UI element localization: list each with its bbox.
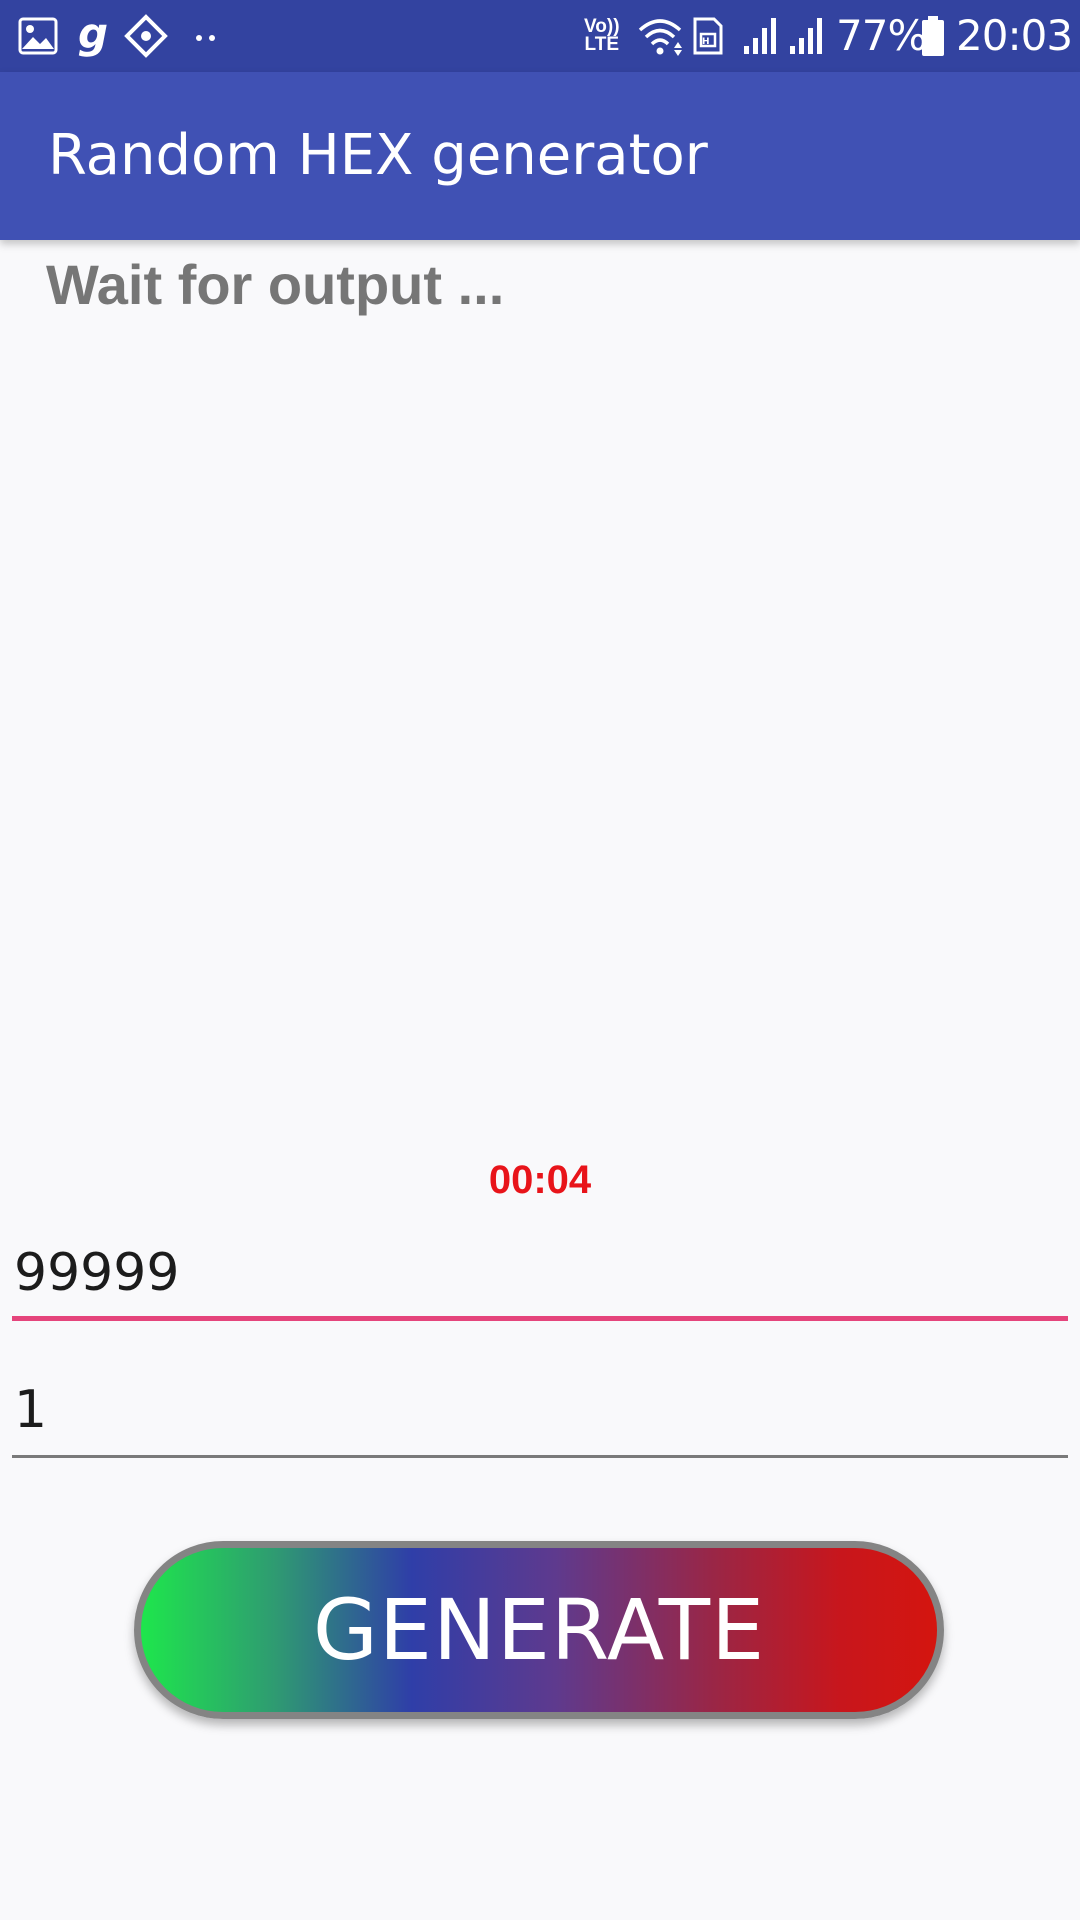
status-time: 20:03	[956, 11, 1073, 60]
max-value-field	[12, 1238, 1068, 1321]
count-input[interactable]	[12, 1375, 1068, 1445]
signal-1-icon	[742, 14, 780, 58]
wifi-icon	[636, 14, 684, 58]
gallery-icon	[18, 14, 58, 58]
max-value-input[interactable]	[12, 1238, 1068, 1308]
battery-percent: 77%	[836, 11, 927, 60]
g-app-icon: g	[76, 14, 108, 58]
volte-icon: Vo)) LTE	[584, 16, 620, 55]
count-underline	[12, 1455, 1068, 1458]
more-dots-icon	[194, 14, 218, 58]
generate-button-label: GENERATE	[312, 1581, 766, 1679]
app-title: Random HEX generator	[48, 123, 708, 188]
signal-2-icon	[788, 14, 826, 58]
output-text: Wait for output ...	[46, 253, 505, 316]
timer-label: 00:04	[488, 1158, 592, 1202]
app-bar: Random HEX generator	[0, 72, 1080, 240]
svg-text:H: H	[702, 37, 710, 47]
max-value-underline	[12, 1316, 1068, 1321]
status-bar: g Vo)) LTE H 77% 20:03	[0, 0, 1080, 72]
sim-icon: H	[692, 14, 724, 58]
svg-text:g: g	[78, 14, 108, 58]
navigation-diamond-icon	[124, 14, 168, 58]
count-field	[12, 1375, 1068, 1458]
generate-button[interactable]: GENERATE	[134, 1541, 944, 1719]
battery-icon	[920, 14, 946, 58]
